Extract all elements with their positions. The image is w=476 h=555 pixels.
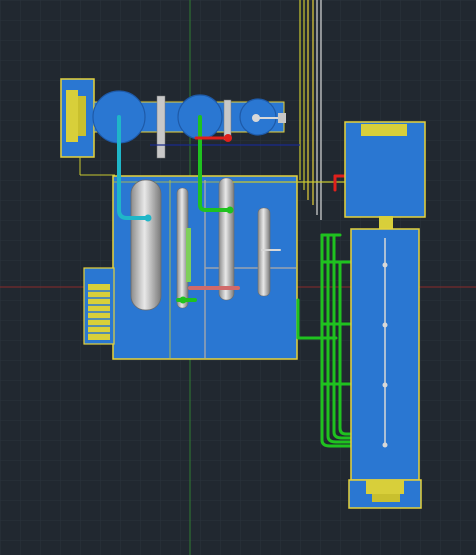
access-ladder[interactable] (83, 267, 115, 345)
storage-tank-upper[interactable] (344, 121, 426, 230)
vessel-column-2[interactable] (218, 177, 235, 301)
vessel-column-3[interactable] (257, 207, 271, 297)
vessel-tank-large[interactable] (130, 179, 162, 311)
storage-tank-lower[interactable] (348, 228, 422, 509)
sight-glass (186, 228, 191, 282)
drawing-canvas[interactable] (0, 0, 476, 555)
cad-drawing-viewport[interactable] (0, 0, 476, 555)
